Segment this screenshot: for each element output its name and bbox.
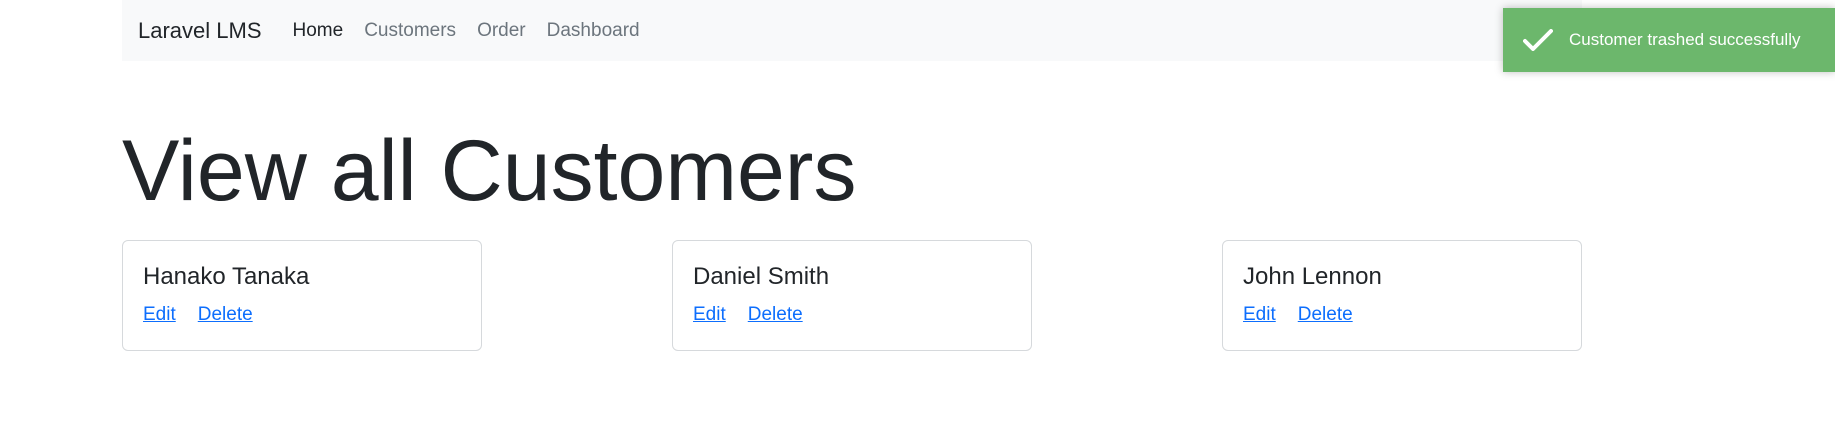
delete-link[interactable]: Delete [198,304,253,325]
delete-link[interactable]: Delete [1298,304,1353,325]
card-actions: Edit Delete [1243,304,1561,326]
nav-link-customers[interactable]: Customers [364,20,456,42]
page-title: View all Customers [122,123,857,219]
toast-message: Customer trashed successfully [1569,30,1801,49]
nav-link-home[interactable]: Home [293,20,344,42]
card-actions: Edit Delete [693,304,1011,326]
check-icon [1523,29,1553,51]
main-container: Laravel LMS Home Customers Order Dashboa… [122,0,1582,351]
customer-card: Hanako Tanaka Edit Delete [122,240,482,351]
delete-link[interactable]: Delete [748,304,803,325]
nav-link-order[interactable]: Order [477,20,526,42]
customer-name: Hanako Tanaka [143,263,310,290]
customer-card: John Lennon Edit Delete [1222,240,1582,351]
edit-link[interactable]: Edit [143,304,176,325]
success-toast[interactable]: Customer trashed successfully [1503,8,1835,72]
customer-card: Daniel Smith Edit Delete [672,240,1032,351]
nav-link-dashboard[interactable]: Dashboard [547,20,640,42]
customer-name: John Lennon [1243,263,1382,290]
edit-link[interactable]: Edit [1243,304,1276,325]
edit-link[interactable]: Edit [693,304,726,325]
customer-name: Daniel Smith [693,263,830,290]
navbar: Laravel LMS Home Customers Order Dashboa… [122,0,1582,61]
navbar-brand[interactable]: Laravel LMS [138,18,262,44]
card-actions: Edit Delete [143,304,461,326]
